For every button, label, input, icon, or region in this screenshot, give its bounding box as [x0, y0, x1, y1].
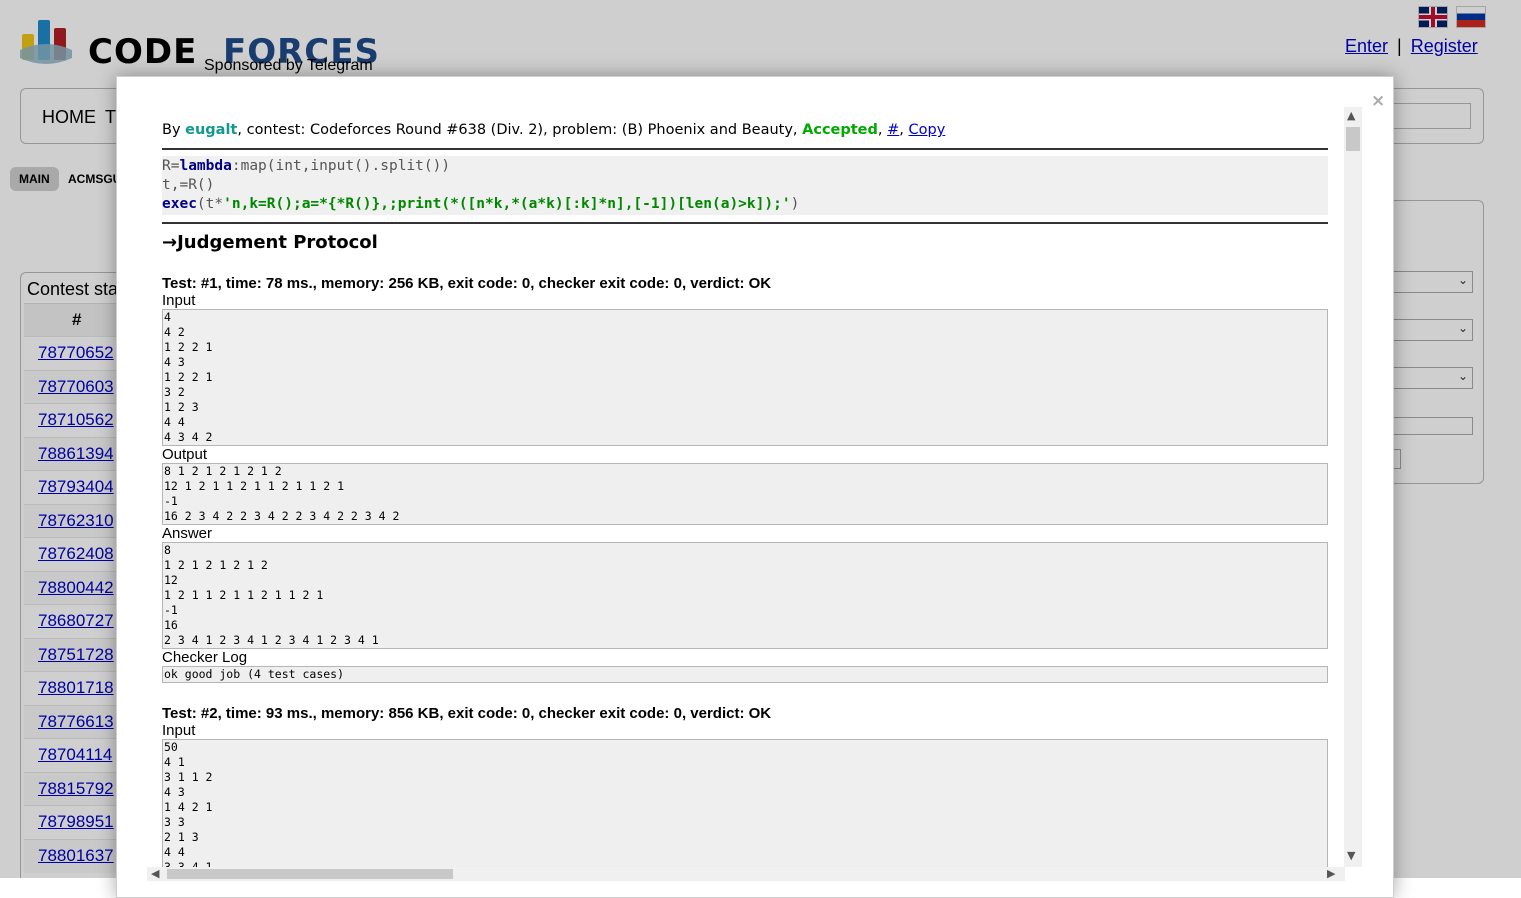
scroll-up-icon[interactable]: ▲: [1347, 109, 1355, 122]
code-line-3: exec(t*'n,k=R();a=*{*R()},;print(*([n*k,…: [162, 195, 1328, 214]
text-line: 4: [164, 310, 171, 324]
text-line: 4 1: [164, 755, 185, 769]
text-line: 3 3 4 1: [164, 860, 213, 867]
source-code-block[interactable]: R=lambda:map(int,input().split()) t,=R()…: [162, 156, 1328, 215]
text-line: 12: [164, 573, 178, 587]
text-line: 1 2 2 1: [164, 370, 213, 384]
modal-vertical-scrollbar[interactable]: ▲ ▼: [1344, 107, 1362, 867]
code-keyword: exec: [162, 196, 197, 212]
code-token: ): [790, 196, 800, 212]
test-1-checker-log-lines: ok good job (4 test cases): [163, 667, 1327, 682]
modal-horizontal-scrollbar[interactable]: ◀ ▶: [147, 867, 1345, 881]
test-2-input-label: Input: [162, 722, 196, 739]
scroll-left-icon[interactable]: ◀: [151, 867, 159, 880]
text-line: 2 1 3: [164, 830, 199, 844]
scroll-right-icon[interactable]: ▶: [1327, 867, 1335, 880]
test-1-answer-lines: 81 2 1 2 1 2 1 2 12 1 2 1 1 2 1 1 2 1 1 2 …: [163, 543, 1327, 648]
text-line: 1 4 2 1: [164, 800, 213, 814]
author-link[interactable]: eugalt: [185, 122, 237, 138]
text-line: 8 1 2 1 2 1 2 1 2: [164, 464, 282, 478]
test-1-input-label: Input: [162, 292, 196, 309]
test-1-header: Test: #1, time: 78 ms., memory: 256 KB, …: [162, 275, 772, 292]
code-line-2: t,=R(): [162, 177, 215, 193]
test-2-input-lines: 50 4 13 1 1 24 31 4 2 13 32 1 34 43 3 4 1: [163, 740, 1327, 867]
code-token: :map(int,input().split()): [231, 158, 451, 174]
code-string: 'n,k=R();a=*{*R()},;print(*([n*k,*(a*k)[…: [223, 196, 791, 212]
test-1-output-label: Output: [162, 446, 208, 463]
text-line: 16: [164, 618, 178, 632]
text-line: 4 4: [164, 415, 185, 429]
text-line: 1 2 1 2 1 2 1 2: [164, 558, 268, 572]
text-line: 2 3 4 1 2 3 4 1 2 3 4 1 2 3 4 1: [164, 633, 379, 647]
verdict-accepted: Accepted: [802, 122, 878, 138]
text-line: -1: [164, 603, 178, 617]
test-1-answer-box: 81 2 1 2 1 2 1 2 12 1 2 1 1 2 1 1 2 1 1 2 …: [162, 542, 1328, 649]
text-line: 3 1 1 2: [164, 770, 213, 784]
text-line: 4 4: [164, 845, 185, 859]
test-2-header: Test: #2, time: 93 ms., memory: 856 KB, …: [162, 705, 772, 722]
divider: [162, 222, 1328, 224]
text-line: 16 2 3 4 2 2 3 4 2 2 3 4 2 2 3 4 2: [164, 509, 400, 523]
test-1-output-box: 8 1 2 1 2 1 2 1 2 12 1 2 1 1 2 1 1 2 1 1 …: [162, 463, 1328, 525]
text-line: 50: [164, 740, 178, 754]
scroll-down-icon[interactable]: ▼: [1347, 849, 1355, 862]
by-label: By: [162, 122, 181, 138]
text-line: 3 3: [164, 815, 185, 829]
test-1-answer-label: Answer: [162, 525, 213, 542]
copy-link[interactable]: Copy: [909, 122, 946, 138]
test-1-input-box: 44 21 2 2 14 31 2 2 13 21 2 34 44 3 4 2: [162, 309, 1328, 446]
scrollbar-thumb[interactable]: [1346, 127, 1360, 151]
text-line: 4 3: [164, 355, 185, 369]
code-keyword: lambda: [179, 158, 232, 174]
text-line: 1 2 1 1 2 1 1 2 1 1 2 1: [164, 588, 324, 602]
close-icon[interactable]: ×: [1371, 91, 1385, 111]
text-line: 1 2 3: [164, 400, 199, 414]
text-line: 3 2: [164, 385, 185, 399]
text-line: 12 1 2 1 1 2 1 1 2 1 1 2 1: [164, 479, 345, 493]
code-token: R=: [162, 158, 180, 174]
submission-byline: By eugalt, contest: Codeforces Round #63…: [162, 122, 946, 138]
text-line: -1: [164, 494, 178, 508]
text-line: 4 2: [164, 325, 185, 339]
test-1-output-lines: 8 1 2 1 2 1 2 1 2 12 1 2 1 1 2 1 1 2 1 1 …: [163, 464, 1327, 524]
text-line: 4 3 4 2: [164, 430, 213, 444]
judgement-protocol-title[interactable]: →Judgement Protocol: [162, 232, 378, 253]
hash-link[interactable]: #: [887, 122, 899, 138]
test-1-input-lines: 44 21 2 2 14 31 2 2 13 21 2 34 44 3 4 2: [163, 310, 1327, 445]
text-line: 8: [164, 543, 171, 557]
code-token: (t*: [196, 196, 224, 212]
text-line: ok good job (4 test cases): [164, 667, 345, 681]
text-line: 4 3: [164, 785, 185, 799]
submission-modal: × By eugalt, contest: Codeforces Round #…: [116, 76, 1394, 898]
test-1-checker-log-label: Checker Log: [162, 649, 248, 666]
code-line-1: R=lambda:map(int,input().split()): [162, 157, 1328, 176]
test-2-input-box: 50 4 13 1 1 24 31 4 2 13 32 1 34 43 3 4 1: [162, 739, 1328, 867]
text-line: 1 2 2 1: [164, 340, 213, 354]
divider: [162, 148, 1328, 150]
test-1-checker-log-box: ok good job (4 test cases): [162, 666, 1328, 683]
modal-content: By eugalt, contest: Codeforces Round #63…: [117, 107, 1345, 867]
contest-info: , contest: Codeforces Round #638 (Div. 2…: [237, 122, 798, 138]
